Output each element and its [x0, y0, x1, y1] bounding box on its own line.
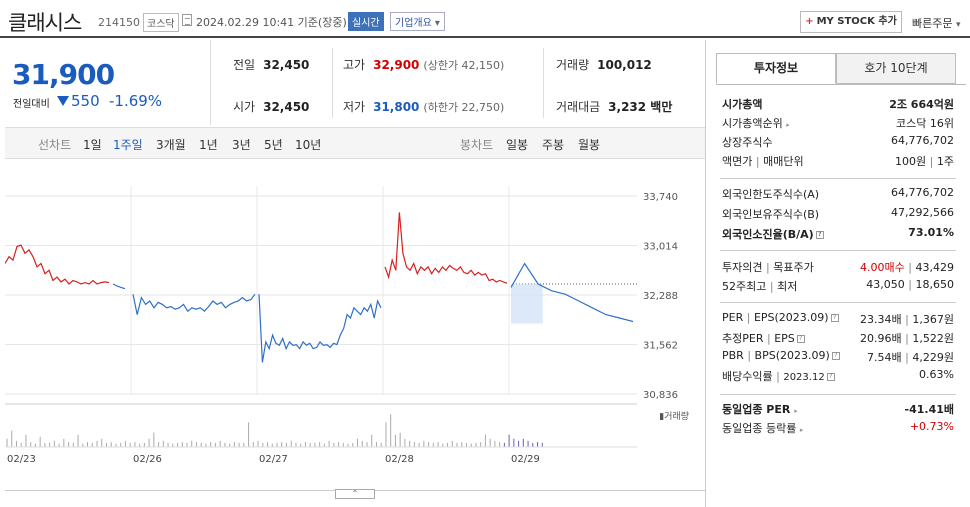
help-icon: ?: [796, 335, 805, 343]
change-label: 전일대비: [13, 99, 50, 110]
price-stats: 전일 32,450 시가 32,450 고가 32,900 (상한가 42,150) 저…: [210, 40, 705, 125]
forward-per-row: 추정PER | EPS? 20.96배 | 1,522원: [722, 332, 954, 345]
market-badge: 코스닥: [143, 13, 179, 32]
trade-amount: 거래대금 3,232 백만: [556, 100, 673, 114]
add-mystock-label: MY STOCK 추가: [816, 16, 897, 27]
divider: [720, 178, 956, 179]
period-5y[interactable]: 5년: [264, 136, 283, 153]
week52-row: 52주최고 | 최저 43,050 | 18,650: [722, 278, 954, 293]
price-chart[interactable]: 33,740 33,014 32,288 31,562 30,836 ▮거래량 02/23 0…: [5, 160, 705, 505]
quick-order-label: 빠른주문: [912, 17, 953, 30]
divider: [720, 394, 956, 395]
collapse-chart-button[interactable]: ⌃: [335, 489, 375, 499]
timestamp: 2024.02.29 10:41 기준(장중): [196, 16, 347, 29]
company-info-label: 기업개요: [395, 18, 432, 29]
x-tick-label: 02/29: [511, 454, 540, 465]
y-tick-label: 32,288: [643, 291, 678, 302]
listed-shares-row: 상장주식수 64,776,702: [722, 134, 954, 149]
foreign-hold-row: 외국인보유주식수(B) 47,292,566: [722, 206, 954, 221]
chevron-right-icon: ▸: [794, 407, 798, 415]
price-series-line: [132, 293, 256, 315]
y-tick-label: 33,740: [643, 192, 678, 203]
quick-order-button[interactable]: 빠른주문 ▾: [912, 15, 961, 31]
divider: [332, 48, 333, 118]
x-tick-label: 02/27: [259, 454, 288, 465]
foreign-limit-row: 외국인한도주식수(A) 64,776,702: [722, 186, 954, 201]
chevron-right-icon: ▸: [786, 121, 790, 129]
low-price: 저가 31,800 (하한가 22,750): [343, 100, 505, 114]
period-3y[interactable]: 3년: [232, 136, 251, 153]
divider: [720, 250, 956, 251]
divider: [543, 48, 544, 118]
industry-change-row[interactable]: 동일업종 등락률 ▸ +0.73%: [722, 420, 954, 437]
plus-icon: +: [805, 16, 814, 27]
opinion-row: 투자의견 | 목표주가 4.00매수 | 43,429: [722, 261, 954, 274]
help-icon: ?: [830, 314, 839, 322]
volume: 거래량 100,012: [556, 58, 652, 72]
pbr-row: PBR | BPS(2023.09)? 7.54배 | 4,229원: [722, 349, 954, 364]
y-tick-label: 30,836: [643, 390, 678, 401]
help-icon: ?: [815, 231, 824, 239]
period-selector: 선차트 1일 1주일 3개월 1년 3년 5년 10년 봉차트 일봉 주봉 월봉: [5, 127, 705, 159]
stock-header: 클래시스 214150 코스닥 2024.02.29 10:41 기준(장중) …: [0, 0, 970, 38]
market-cap-rank-row: 시가총액순위 ▸ 코스닥 16위: [722, 117, 954, 130]
period-1w[interactable]: 1주일: [113, 136, 143, 153]
candle-monthly[interactable]: 월봉: [578, 136, 600, 153]
add-mystock-button[interactable]: + MY STOCK 추가: [800, 11, 902, 33]
realtime-badge[interactable]: 실시간: [348, 12, 384, 31]
chevron-down-icon: ▾: [955, 20, 961, 30]
document-icon: [182, 14, 192, 26]
change-value: 550: [71, 92, 100, 110]
high-price: 고가 32,900 (상한가 42,150): [343, 58, 505, 72]
y-tick-label: 33,014: [643, 242, 678, 253]
dividend-row: 배당수익률 | 2023.12? 0.63%: [722, 368, 954, 383]
candle-daily[interactable]: 일봉: [506, 136, 528, 153]
per-row: PER | EPS(2023.09)? 23.34배 | 1,367원: [722, 311, 954, 326]
price-summary: 31,900 전일대비 550 -1.69%: [5, 40, 210, 125]
help-icon: ?: [826, 373, 835, 381]
price-series-line: [112, 283, 126, 290]
tab-quote-10[interactable]: 호가 10단계: [836, 53, 956, 84]
company-info-dropdown[interactable]: 기업개요 ▾: [390, 12, 445, 31]
down-arrow-icon: [57, 96, 69, 106]
chevron-right-icon: ▸: [799, 426, 804, 434]
y-tick-label: 31,562: [643, 341, 678, 352]
help-icon: ?: [831, 352, 840, 360]
x-tick-label: 02/28: [385, 454, 414, 465]
market-cap-row: 시가총액 2조 664억원: [722, 98, 954, 111]
company-name: 클래시스: [8, 11, 82, 35]
prev-close: 전일 32,450: [233, 58, 310, 72]
intraday-highlight: [511, 283, 543, 324]
price-series-line: [384, 212, 508, 284]
industry-per-row[interactable]: 동일업종 PER ▸ -41.41배: [722, 401, 954, 418]
period-3m[interactable]: 3개월: [156, 136, 186, 153]
x-tick-label: 02/23: [7, 454, 36, 465]
current-price: 31,900: [12, 58, 115, 91]
candle-chart-label: 봉차트: [460, 138, 494, 152]
price-series-line: [258, 294, 382, 363]
par-value-row: 액면가 | 매매단위 100원 | 1주: [722, 155, 954, 168]
invest-info-panel: 투자정보 호가 10단계 시가총액 2조 664억원 시가총액순위 ▸ 코스닥 16…: [705, 40, 970, 507]
divider: [720, 302, 956, 303]
chevron-down-icon: ▾: [434, 18, 440, 29]
period-10y[interactable]: 10년: [295, 136, 321, 153]
period-1d[interactable]: 1일: [83, 136, 102, 153]
divider: [716, 84, 966, 85]
candle-weekly[interactable]: 주봉: [542, 136, 564, 153]
stock-code: 214150: [98, 16, 140, 29]
change-percent: -1.69%: [109, 92, 163, 110]
open-price: 시가 32,450: [233, 100, 310, 114]
volume-label: ▮거래량: [659, 410, 689, 422]
tab-invest-info[interactable]: 투자정보: [716, 53, 836, 84]
price-series-line: [5, 244, 110, 285]
line-chart-label: 선차트: [38, 138, 72, 152]
period-1y[interactable]: 1년: [199, 136, 218, 153]
foreign-ratio-row: 외국인소진율(B/A)? 73.01%: [722, 226, 954, 241]
x-tick-label: 02/26: [133, 454, 162, 465]
